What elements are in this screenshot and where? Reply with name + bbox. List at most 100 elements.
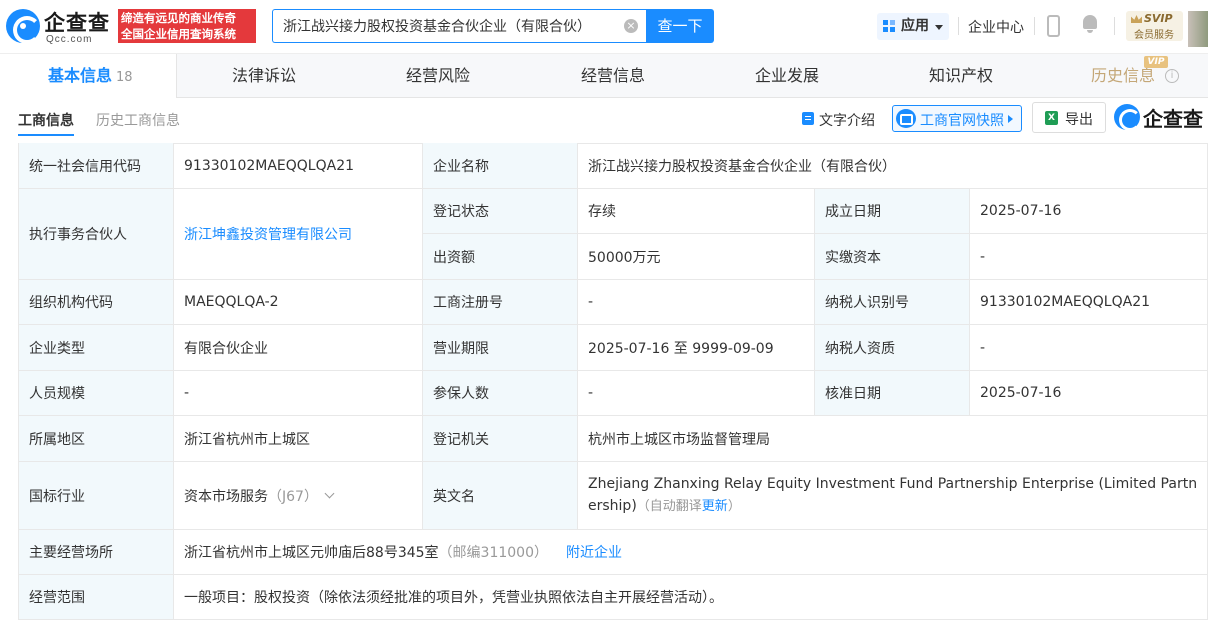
- search-box: ×: [272, 9, 646, 43]
- region-value: 浙江省杭州市上城区: [174, 416, 423, 462]
- divider: [1034, 17, 1035, 35]
- logo-subtext: Qcc.com: [46, 34, 93, 45]
- credit-code-value: 91330102MAEQQLQA21: [174, 143, 423, 189]
- partner-label: 执行事务合伙人: [18, 189, 174, 280]
- postcode: （邮编311000）: [438, 545, 548, 561]
- qcc-brand-icon: [1114, 104, 1141, 131]
- org-code-value: MAEQQLQA-2: [174, 280, 423, 325]
- search-input[interactable]: [283, 10, 618, 42]
- bell-icon[interactable]: [1082, 15, 1098, 33]
- found-date-value: 2025-07-16: [970, 189, 1208, 234]
- address-value: 浙江省杭州市上城区元帅庙后88号345室: [184, 545, 439, 561]
- tab-development[interactable]: 企业发展: [755, 54, 819, 98]
- export-label: 导出: [1065, 112, 1093, 128]
- authority-label: 登记机关: [423, 416, 578, 462]
- camera-icon: [896, 109, 916, 128]
- subtab-underline: [18, 134, 74, 136]
- update-link[interactable]: 更新: [702, 499, 728, 514]
- tab-ip[interactable]: 知识产权: [929, 54, 993, 98]
- slogan-banner[interactable]: 缔造有远见的商业传奇 全国企业信用查询系统: [118, 9, 256, 43]
- tab-business-info[interactable]: 经营信息: [581, 54, 645, 98]
- grid-icon: [883, 20, 896, 33]
- app-menu-button[interactable]: 应用: [877, 13, 949, 40]
- logo-text: 企查查: [44, 11, 110, 35]
- partner-value-cell: 浙江坤鑫投资管理有限公司: [174, 189, 423, 280]
- address-label: 主要经营场所: [18, 530, 174, 575]
- tab-basic-info[interactable]: 基本信息 18: [0, 54, 177, 98]
- scope-label: 经营范围: [18, 575, 174, 620]
- staff-label: 人员规模: [18, 371, 174, 416]
- scope-value: 一般项目：股权投资（除依法须经批准的项目外，凭营业执照依法自主开展经营活动）。: [174, 575, 1208, 620]
- industry-label: 国标行业: [18, 462, 174, 530]
- approve-date-label: 核准日期: [815, 371, 970, 416]
- phone-icon[interactable]: [1047, 15, 1060, 37]
- region-label: 所属地区: [18, 416, 174, 462]
- brand-logo: 企查查: [1114, 103, 1208, 131]
- official-snapshot-button[interactable]: 工商官网快照: [892, 105, 1022, 132]
- qcc-logo-icon: [6, 9, 41, 44]
- text-intro-button[interactable]: 文字介绍: [819, 110, 875, 130]
- reg-status-label: 登记状态: [423, 189, 578, 234]
- crown-icon: [1131, 15, 1142, 23]
- nearby-companies-link[interactable]: 附近企业: [566, 542, 622, 562]
- paid-capital-value: -: [970, 234, 1208, 280]
- brand-text: 企查查: [1143, 107, 1203, 131]
- staff-value: -: [174, 371, 423, 416]
- taxpayer-id-label: 纳税人识别号: [815, 280, 970, 325]
- type-value: 有限合伙企业: [174, 325, 423, 371]
- close-paren: ）: [727, 499, 741, 514]
- english-name-cell: Zhejiang Zhanxing Relay Equity Investmen…: [578, 462, 1208, 530]
- top-header: 企查查 Qcc.com 缔造有远见的商业传奇 全国企业信用查询系统 × 查一下 …: [0, 0, 1208, 54]
- avatar[interactable]: [1188, 11, 1208, 47]
- insured-label: 参保人数: [423, 371, 578, 416]
- credit-code-label: 统一社会信用代码: [18, 143, 174, 189]
- approve-date-value: 2025-07-16: [970, 371, 1208, 416]
- partner-link[interactable]: 浙江坤鑫投资管理有限公司: [184, 224, 352, 244]
- slogan-line-2: 全国企业信用查询系统: [121, 27, 236, 41]
- vip-badge: VIP: [1144, 56, 1168, 68]
- company-name-label: 企业名称: [423, 143, 578, 189]
- term-value: 2025-07-16 至 9999-09-09: [578, 325, 815, 371]
- main-tabs: 基本信息 18 法律诉讼 经营风险 经营信息 企业发展 知识产权 历史信息 VIP…: [0, 54, 1208, 98]
- search-button[interactable]: 查一下: [646, 9, 714, 43]
- capital-value: 50000万元: [578, 234, 815, 280]
- industry-value-cell[interactable]: 资本市场服务 （J67）: [174, 462, 423, 530]
- svip-badge[interactable]: SVIP 会员服务: [1126, 11, 1183, 41]
- address-cell: 浙江省杭州市上城区元帅庙后88号345室 （邮编311000） 附近企业: [174, 530, 1208, 575]
- reg-no-label: 工商注册号: [423, 280, 578, 325]
- org-code-label: 组织机构代码: [18, 280, 174, 325]
- capital-label: 出资额: [423, 234, 578, 280]
- export-button[interactable]: X 导出: [1032, 102, 1106, 133]
- svip-subtitle: 会员服务: [1134, 30, 1174, 41]
- english-name-label: 英文名: [423, 462, 578, 530]
- info-icon[interactable]: i: [1165, 69, 1179, 83]
- reg-no-value: -: [578, 280, 815, 325]
- tab-label: 基本信息: [48, 66, 113, 85]
- industry-code: （J67）: [268, 488, 318, 505]
- caret-down-icon: [935, 25, 943, 30]
- found-date-label: 成立日期: [815, 189, 970, 234]
- official-snapshot-label: 工商官网快照: [920, 113, 1004, 129]
- arrow-right-icon: [1008, 115, 1013, 123]
- divider: [958, 17, 959, 35]
- enterprise-center-link[interactable]: 企业中心: [968, 17, 1024, 37]
- tax-qual-value: -: [970, 325, 1208, 371]
- subtab-history-business-info[interactable]: 历史工商信息: [96, 110, 180, 130]
- industry-value: 资本市场服务: [184, 488, 268, 505]
- tab-legal[interactable]: 法律诉讼: [232, 54, 296, 98]
- document-icon: [802, 112, 814, 125]
- tab-business-risk[interactable]: 经营风险: [406, 54, 470, 98]
- clear-icon[interactable]: ×: [624, 19, 638, 33]
- divider: [1114, 17, 1115, 35]
- chevron-down-icon[interactable]: [324, 488, 335, 499]
- slogan-line-1: 缔造有远见的商业传奇: [121, 11, 236, 25]
- app-menu-label: 应用: [901, 18, 929, 34]
- insured-value: -: [578, 371, 815, 416]
- qcc-logo[interactable]: 企查查 Qcc.com: [6, 7, 116, 47]
- subtab-business-info[interactable]: 工商信息: [18, 110, 74, 130]
- reg-status-value: 存续: [578, 189, 815, 234]
- tax-qual-label: 纳税人资质: [815, 325, 970, 371]
- paid-capital-label: 实缴资本: [815, 234, 970, 280]
- excel-icon: X: [1045, 111, 1058, 125]
- term-label: 营业期限: [423, 325, 578, 371]
